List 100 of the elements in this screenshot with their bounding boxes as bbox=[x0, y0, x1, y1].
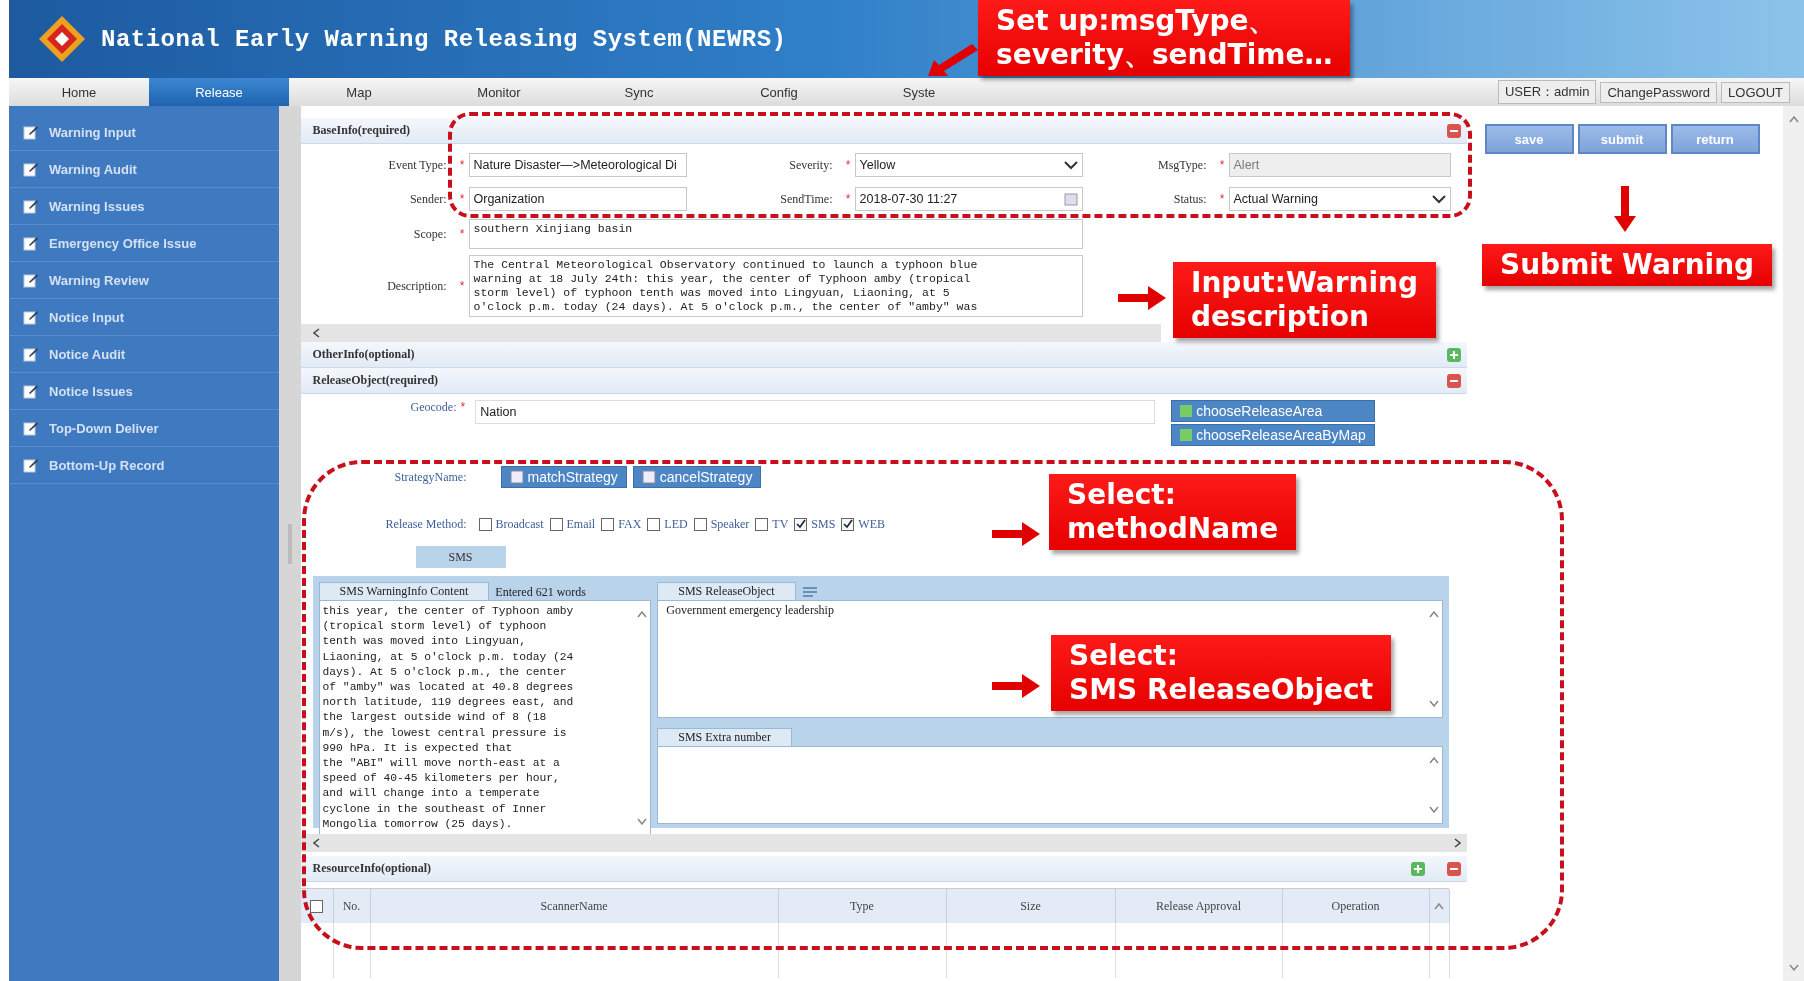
pointer-arrow bbox=[992, 522, 1040, 546]
nav-tab[interactable]: Home bbox=[9, 78, 149, 106]
input-field[interactable]: Organization bbox=[468, 187, 687, 211]
annotation-tooltip: Select: SMS ReleaseObject bbox=[1051, 635, 1392, 711]
checkbox-label: LED bbox=[664, 516, 688, 532]
pointer-arrow bbox=[928, 44, 978, 76]
checkbox[interactable] bbox=[841, 517, 855, 531]
column-header: Operation bbox=[1282, 889, 1430, 923]
column-header: ScannerName bbox=[370, 889, 779, 923]
map-icon bbox=[1180, 405, 1193, 417]
field-label: MsgType: bbox=[1157, 157, 1208, 173]
user-label: USER：admin bbox=[1497, 80, 1597, 104]
extra-number-field[interactable] bbox=[657, 746, 1443, 824]
edit-icon bbox=[23, 198, 39, 214]
checkbox[interactable] bbox=[549, 517, 563, 531]
edit-icon bbox=[23, 309, 39, 325]
field-label: Scope: bbox=[412, 226, 448, 242]
input-field[interactable]: Nation bbox=[475, 400, 1156, 424]
checkbox[interactable] bbox=[794, 517, 808, 531]
input-field[interactable]: Nature Disaster—>Meteorological Di bbox=[468, 153, 687, 177]
area-button[interactable]: chooseReleaseAreaByMap bbox=[1171, 424, 1375, 446]
select-field[interactable]: Actual Warning bbox=[1228, 187, 1451, 211]
document-icon bbox=[509, 470, 524, 484]
scroll-up-icon bbox=[1428, 611, 1439, 618]
checkbox[interactable] bbox=[647, 517, 661, 531]
scroll-down-icon bbox=[637, 818, 648, 826]
checkbox[interactable] bbox=[310, 899, 324, 913]
edit-icon bbox=[23, 420, 39, 436]
select-field[interactable]: Yellow bbox=[854, 153, 1083, 177]
section-title: ReleaseObject(required) bbox=[312, 373, 439, 388]
checkbox[interactable] bbox=[601, 517, 615, 531]
scroll-left-icon bbox=[312, 838, 320, 848]
date-field[interactable]: 2018-07-30 11:27 bbox=[854, 187, 1083, 211]
object-tab[interactable]: SMS ReleaseObject bbox=[657, 582, 796, 600]
extra-number-tab[interactable]: SMS Extra number bbox=[657, 728, 792, 746]
sms-content-field[interactable]: this year, the center of Typhoon amby (tropical storm level) of typhoon tenth was moved into Lingyuan, Liaoning, at 5 o'clock p.m. today (24 days). At 5 o'clock p.m., the center of "amby" was located at 40.8 degrees north latitude, 119 degrees east, and the largest outside wind of 8 (18 m/s), the lowest central pressure is 990 hPa. It is expected that the "ABI" will move north-east at a speed of 40-45 kilometers per hour, and will change into a temperate cyclone in the southeast of Inner Mongolia tomorrow (25 days). bbox=[318, 600, 652, 837]
checkbox-label: WEB bbox=[858, 516, 885, 532]
checkbox[interactable] bbox=[693, 517, 707, 531]
nav-tab[interactable]: Map bbox=[289, 78, 429, 106]
word-count: Entered 621 words bbox=[495, 585, 586, 600]
column-header: Size bbox=[946, 889, 1116, 923]
field-label: Status: bbox=[1172, 191, 1208, 207]
pointer-arrow bbox=[1614, 186, 1636, 232]
section-title: BaseInfo(required) bbox=[312, 123, 411, 138]
content-tab[interactable]: SMS WarningInfo Content bbox=[318, 582, 490, 600]
scroll-up-icon bbox=[1788, 116, 1799, 123]
required-mark: * bbox=[844, 192, 852, 206]
checkbox[interactable] bbox=[478, 517, 492, 531]
expand-icon bbox=[1410, 861, 1425, 876]
pointer-arrow bbox=[992, 674, 1040, 698]
required-mark: * bbox=[460, 400, 467, 414]
edit-icon bbox=[23, 272, 39, 288]
collapse-icon bbox=[1446, 123, 1461, 138]
strategy-button[interactable]: matchStrategy bbox=[500, 466, 627, 488]
nav-tab[interactable]: Release bbox=[149, 78, 289, 106]
checkbox[interactable] bbox=[755, 517, 769, 531]
field-label: Severity: bbox=[788, 157, 834, 173]
horizontal-scrollbar[interactable] bbox=[300, 834, 1467, 852]
vertical-scrollbar[interactable] bbox=[1783, 106, 1804, 981]
horizontal-scrollbar[interactable] bbox=[300, 324, 1161, 342]
change-password-link[interactable]: ChangePassword bbox=[1600, 81, 1718, 103]
scroll-down-icon bbox=[1788, 964, 1799, 971]
required-mark: * bbox=[1218, 192, 1226, 206]
check-icon bbox=[795, 519, 806, 529]
list-icon bbox=[801, 586, 820, 600]
edit-icon bbox=[23, 161, 39, 177]
field-label: Event Type: bbox=[387, 157, 448, 173]
nav-tab[interactable]: Monitor bbox=[429, 78, 569, 106]
required-mark: * bbox=[458, 158, 466, 172]
collapse-icon bbox=[1446, 861, 1461, 876]
checkbox-label: TV bbox=[772, 516, 789, 532]
required-mark: * bbox=[844, 158, 852, 172]
logo-icon bbox=[37, 14, 87, 64]
app-title: National Early Warning Releasing System(NEWRS) bbox=[101, 25, 787, 53]
edit-icon bbox=[23, 383, 39, 399]
nav-tab[interactable]: Syste bbox=[849, 78, 989, 106]
scroll-down-icon bbox=[1428, 806, 1439, 813]
annotation-tooltip: Select: methodName bbox=[1049, 474, 1297, 550]
edit-icon bbox=[23, 235, 39, 251]
column-header: Type bbox=[778, 889, 947, 923]
field-label: Sender: bbox=[408, 191, 448, 207]
required-mark: * bbox=[1218, 158, 1226, 172]
nav-tab[interactable]: Config bbox=[709, 78, 849, 106]
method-tab[interactable]: SMS bbox=[415, 546, 506, 568]
checkbox-label: FAX bbox=[618, 516, 642, 532]
scope-field[interactable]: southern Xinjiang basin bbox=[468, 219, 1083, 249]
checkbox-label: Broadcast bbox=[495, 516, 544, 532]
area-button[interactable]: chooseReleaseArea bbox=[1171, 400, 1375, 422]
calendar-icon bbox=[1063, 192, 1078, 206]
scroll-up-icon bbox=[637, 611, 648, 618]
section-title: OtherInfo(optional) bbox=[312, 347, 415, 362]
description-field[interactable]: The Central Meteorological Observatory continued to launch a typhoon blue warning at 18 July 24th: this year, the center of Typhoon amby (tropical storm level) of typhoon tenth was moved into Lingyuan, Liaoning, at 5 o'clock p.m. today (24 days). At 5 o'clock p.m., the center of "amby" was bbox=[468, 255, 1083, 317]
strategy-button[interactable]: cancelStrategy bbox=[632, 466, 762, 488]
checkbox-label: Speaker bbox=[710, 516, 750, 532]
logout-link[interactable]: LOGOUT bbox=[1721, 81, 1790, 103]
collapse-icon bbox=[1446, 373, 1461, 388]
annotation-tooltip: Input:Warning description bbox=[1173, 262, 1436, 338]
nav-tab[interactable]: Sync bbox=[569, 78, 709, 106]
annotation-tooltip: Set up:msgType、 severity、sendTime… bbox=[978, 0, 1351, 76]
required-mark: * bbox=[458, 227, 466, 241]
